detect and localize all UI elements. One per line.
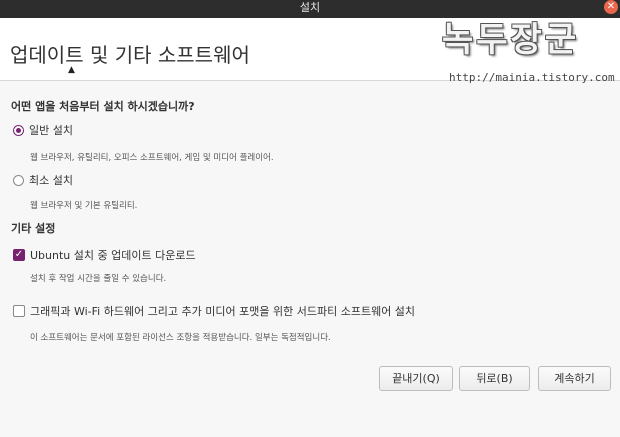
download-updates-label: Ubuntu 설치 중 업데이트 다운로드 — [30, 249, 196, 262]
quit-button[interactable]: 끝내기(Q) — [379, 366, 453, 391]
install-question: 어떤 앱을 처음부터 설치 하시겠습니까? — [11, 100, 195, 113]
normal-install-label: 일반 설치 — [29, 124, 73, 137]
third-party-software-checkbox[interactable]: 그래픽과 Wi-Fi 하드웨어 그리고 추가 미디어 포맷을 위한 서드파티 소… — [13, 303, 415, 319]
normal-install-description: 웹 브라우저, 유틸리티, 오피스 소프트웨어, 게임 및 미디어 플레이어. — [30, 153, 274, 163]
download-updates-description: 설치 후 작업 시간을 줄일 수 있습니다. — [30, 274, 167, 284]
download-updates-checkbox[interactable]: ✓ Ubuntu 설치 중 업데이트 다운로드 — [13, 247, 196, 263]
minimal-install-description: 웹 브라우저 및 기본 유틸리티. — [30, 201, 138, 211]
checkmark-icon: ✓ — [14, 249, 24, 260]
radio-unselected-indicator[interactable] — [13, 174, 24, 186]
title-bar: 설치 — [0, 0, 620, 18]
normal-install-radio[interactable]: 일반 설치 — [13, 122, 73, 138]
mouse-pointer-icon: ▲ — [68, 65, 75, 75]
minimal-install-radio[interactable]: 최소 설치 — [13, 172, 73, 188]
other-settings-heading: 기타 설정 — [11, 222, 56, 235]
close-button[interactable]: ✕ — [604, 0, 618, 14]
minimal-install-label: 최소 설치 — [29, 174, 73, 187]
checkbox-checked[interactable]: ✓ — [13, 249, 25, 261]
page-header: 업데이트 및 기타 소프트웨어 ▲ 녹두장군 http://mainia.tis… — [0, 18, 620, 84]
watermark-title: 녹두장군 — [442, 20, 580, 60]
checkbox-unchecked[interactable] — [13, 305, 25, 317]
page-title: 업데이트 및 기타 소프트웨어 — [10, 43, 250, 67]
watermark-url: http://mainia.tistory.com — [449, 71, 615, 84]
radio-selected-indicator[interactable] — [13, 124, 24, 136]
third-party-software-label: 그래픽과 Wi-Fi 하드웨어 그리고 추가 미디어 포맷을 위한 서드파티 소… — [30, 305, 416, 318]
continue-button[interactable]: 계속하기 — [538, 366, 611, 391]
back-button[interactable]: 뒤로(B) — [459, 366, 530, 391]
close-icon: ✕ — [606, 1, 616, 12]
third-party-software-description: 이 소프트웨어는 문서에 포함된 라이선스 조항을 적용받습니다. 일부는 독점… — [30, 333, 331, 343]
window-title: 설치 — [299, 1, 321, 14]
